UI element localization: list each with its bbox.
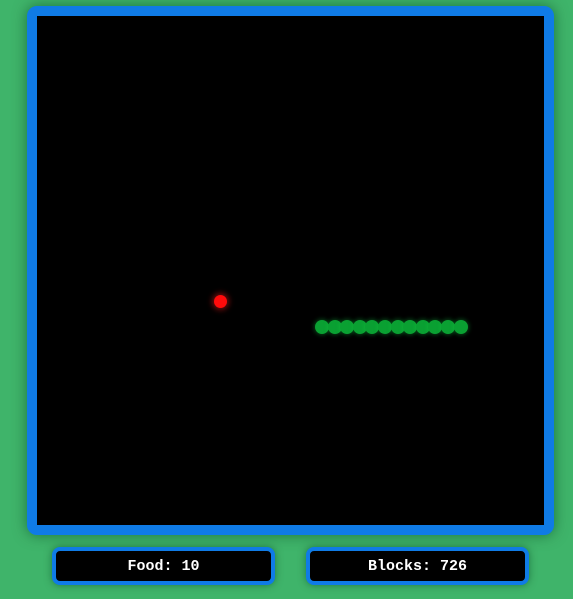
- snake-segment: [403, 320, 417, 334]
- snake-segment: [441, 320, 455, 334]
- food-label: Food:: [127, 557, 173, 575]
- snake-segment: [454, 320, 468, 334]
- food-counter: Food: 10: [52, 547, 275, 585]
- food-value: 10: [181, 557, 200, 575]
- snake-segment: [340, 320, 354, 334]
- snake-segment: [428, 320, 442, 334]
- blocks-label: Blocks:: [367, 557, 431, 575]
- blocks-counter: Blocks: 726: [306, 547, 529, 585]
- blocks-value: 726: [440, 557, 468, 575]
- game-board[interactable]: [27, 6, 554, 535]
- snake-segment: [378, 320, 392, 334]
- snake-segment: [365, 320, 379, 334]
- snake-segment: [315, 320, 329, 334]
- food-pellet: [214, 295, 227, 308]
